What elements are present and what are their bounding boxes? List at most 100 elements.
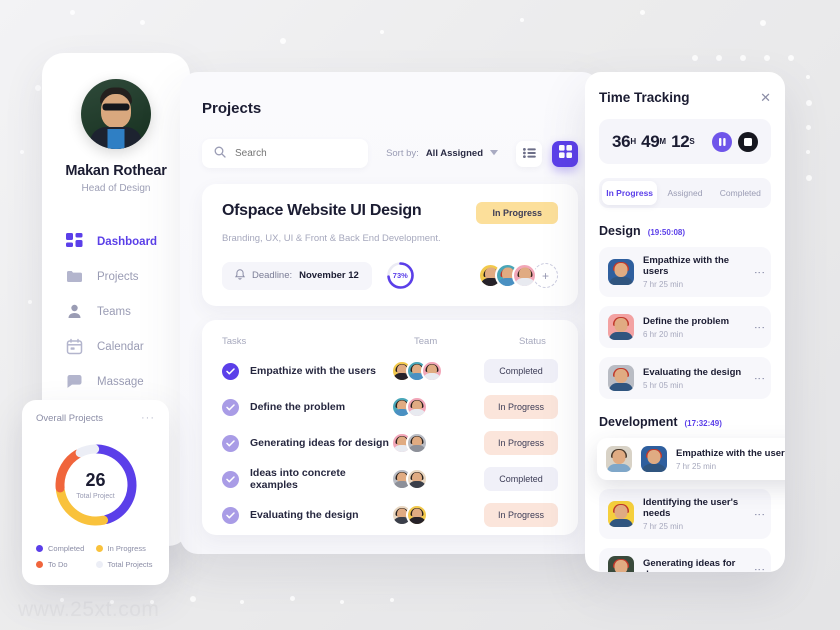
- stop-button[interactable]: [738, 131, 758, 152]
- time-entry[interactable]: Define the problem 6 hr 20 min ⋮: [599, 306, 771, 348]
- task-members: [391, 396, 484, 418]
- grid-view-button[interactable]: [552, 140, 578, 167]
- legend-label: Total Projects: [107, 560, 153, 569]
- more-options-icon[interactable]: ⋮: [753, 267, 765, 278]
- legend-swatch: [95, 545, 103, 552]
- timer-hours: 36: [612, 131, 631, 151]
- task-members: [391, 504, 484, 526]
- time-entry-duration: 7 hr 25 min: [643, 522, 684, 531]
- sort-by-dropdown[interactable]: Sort by: All Assigned: [378, 148, 506, 159]
- avatar: [406, 396, 429, 418]
- task-name: Empathize with the users: [250, 365, 377, 377]
- person-icon: [66, 303, 83, 320]
- task-checkbox[interactable]: [222, 506, 239, 524]
- overall-projects-card: Overall Projects ··· 26 Total Project Co…: [22, 400, 169, 585]
- tab-assigned[interactable]: Assigned: [657, 181, 712, 205]
- avatar: [81, 79, 151, 149]
- avatar: [641, 446, 667, 472]
- legend-item: To Do: [36, 560, 96, 569]
- time-tracking-title: Time Tracking: [599, 90, 690, 105]
- time-entry[interactable]: Generating ideas for de.. ⋮: [599, 548, 771, 572]
- tab-in-progress[interactable]: In Progress: [602, 181, 658, 205]
- task-name: Ideas into concrete examples: [250, 467, 346, 491]
- time-entry-name: Evaluating the design: [643, 366, 742, 378]
- task-checkbox[interactable]: [222, 470, 239, 488]
- donut-total-label: Total Project: [76, 493, 115, 500]
- tab-completed[interactable]: Completed: [713, 181, 768, 205]
- task-checkbox[interactable]: [222, 362, 239, 380]
- sidebar-item-dashboard[interactable]: Dashboard: [42, 224, 190, 259]
- time-entry[interactable]: Empathize with the users 7 hr 25 min ⋮: [597, 438, 785, 480]
- deadline-value: November 12: [299, 270, 359, 281]
- sidebar-item-teams[interactable]: Teams: [42, 294, 190, 329]
- status-badge: In Progress: [484, 431, 558, 455]
- bell-icon: [234, 268, 246, 283]
- column-header-status: Status: [519, 336, 546, 347]
- table-header-row: Tasks Team Status: [222, 336, 558, 347]
- progress-ring: 73%: [386, 261, 415, 290]
- time-entry[interactable]: Identifying the user's needs 7 hr 25 min…: [599, 489, 771, 539]
- table-row[interactable]: Evaluating the design In Progress: [222, 503, 558, 527]
- time-entry-duration: 7 hr 25 min: [676, 461, 717, 471]
- chat-icon: [66, 373, 83, 390]
- time-entry-name: Identifying the user's needs: [643, 497, 739, 519]
- timer-seconds-unit: S: [689, 137, 695, 146]
- avatar: [406, 504, 429, 526]
- avatar: [421, 360, 444, 382]
- chevron-down-icon: [490, 148, 498, 159]
- task-status-cell: Completed: [484, 467, 558, 491]
- time-entry-duration: 6 hr 20 min: [643, 329, 684, 339]
- chart-legend: Completed In Progress To Do Total Projects: [36, 544, 155, 569]
- timer-display: 36 H 49 M 12 S: [599, 119, 771, 164]
- legend-label: Completed: [48, 544, 85, 553]
- sidebar-item-massage[interactable]: Massage: [42, 364, 190, 399]
- task-checkbox[interactable]: [222, 434, 239, 452]
- tasks-table: Tasks Team Status Empathize with the use…: [202, 320, 578, 535]
- more-options-icon[interactable]: ⋮: [753, 322, 765, 333]
- profile-name: Makan Rothear: [65, 163, 167, 179]
- time-entry-name: Empathize with the users: [676, 447, 785, 459]
- task-status-cell: In Progress: [484, 503, 558, 527]
- list-view-button[interactable]: [516, 140, 542, 167]
- legend-swatch: [36, 545, 43, 552]
- more-options-icon[interactable]: ⋮: [753, 564, 765, 573]
- avatar: [512, 263, 537, 288]
- deadline-label: Deadline:: [252, 270, 293, 281]
- profile-role: Head of Design: [81, 183, 151, 194]
- sidebar-item-calendar[interactable]: Calendar: [42, 329, 190, 364]
- section-total-time: (17:32:49): [684, 419, 722, 428]
- status-badge: In Progress: [484, 503, 558, 527]
- legend-item: Completed: [36, 544, 96, 553]
- avatar: [608, 314, 634, 340]
- time-tracking-tabs: In Progress Assigned Completed: [599, 178, 771, 208]
- project-card[interactable]: Ofspace Website UI Design In Progress Br…: [202, 184, 578, 306]
- time-entry[interactable]: Empathize with the users 7 hr 25 min ⋮: [599, 247, 771, 297]
- more-options-icon[interactable]: ···: [141, 412, 155, 424]
- search-box[interactable]: [202, 139, 369, 168]
- table-row[interactable]: Ideas into concrete examples Completed: [222, 467, 558, 491]
- search-icon: [214, 145, 226, 163]
- status-badge: Completed: [484, 359, 558, 383]
- time-entry-name: Define the problem: [643, 315, 730, 327]
- legend-label: To Do: [48, 560, 68, 569]
- table-row[interactable]: Empathize with the users Completed: [222, 359, 558, 383]
- pause-button[interactable]: [712, 131, 732, 152]
- close-icon[interactable]: ✕: [760, 91, 771, 104]
- donut-total-value: 26: [85, 470, 106, 490]
- table-row[interactable]: Define the problem In Progress: [222, 395, 558, 419]
- more-options-icon[interactable]: ⋮: [753, 509, 765, 520]
- page-title: Projects: [202, 100, 262, 117]
- time-entry[interactable]: Evaluating the design 5 hr 05 min ⋮: [599, 357, 771, 399]
- sidebar-item-projects[interactable]: Projects: [42, 259, 190, 294]
- donut-chart: 26 Total Project: [49, 438, 143, 532]
- avatar: [608, 501, 634, 527]
- more-options-icon[interactable]: ⋮: [753, 373, 765, 384]
- column-header-tasks: Tasks: [222, 336, 247, 347]
- search-input[interactable]: [235, 148, 357, 159]
- sidebar-item-label: Massage: [97, 375, 144, 388]
- legend-swatch: [95, 561, 103, 568]
- task-checkbox[interactable]: [222, 398, 239, 416]
- table-row[interactable]: Generating ideas for design In Progress: [222, 431, 558, 455]
- deadline-chip: Deadline: November 12: [222, 261, 372, 290]
- time-entry-name: Empathize with the users: [643, 255, 730, 277]
